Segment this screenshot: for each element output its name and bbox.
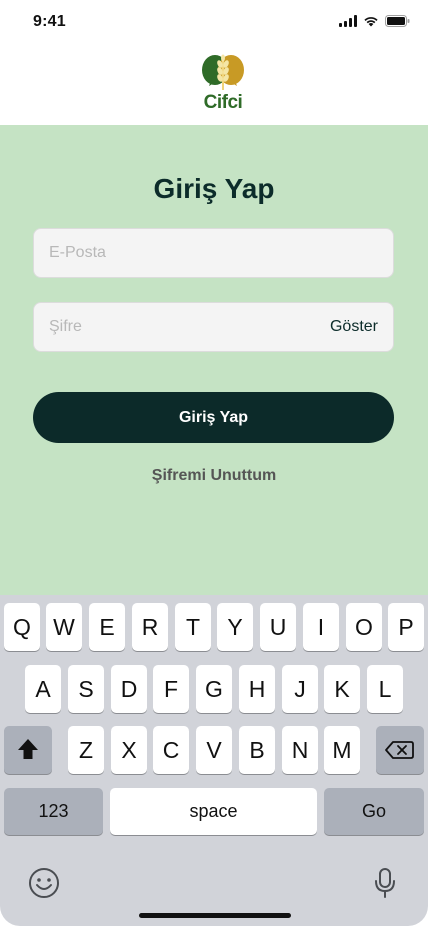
- status-bar: 9:41: [0, 0, 428, 44]
- key-r[interactable]: R: [132, 603, 168, 651]
- wheat-logo-icon: [202, 54, 244, 90]
- keyboard: Q W E R T Y U I O P A S D F G H J K L Z …: [0, 595, 428, 926]
- status-time: 9:41: [33, 13, 66, 30]
- shift-key[interactable]: [4, 726, 52, 774]
- shift-icon: [18, 739, 38, 759]
- password-field-container: Göster: [33, 302, 394, 352]
- key-f[interactable]: F: [153, 665, 189, 713]
- key-j[interactable]: J: [282, 665, 318, 713]
- go-key[interactable]: Go: [324, 788, 424, 835]
- microphone-icon: [375, 868, 395, 898]
- microphone-key[interactable]: [373, 867, 397, 904]
- key-k[interactable]: K: [324, 665, 360, 713]
- battery-icon: [385, 15, 410, 27]
- key-w[interactable]: W: [46, 603, 82, 651]
- key-t[interactable]: T: [175, 603, 211, 651]
- key-u[interactable]: U: [260, 603, 296, 651]
- wifi-icon: [363, 15, 379, 27]
- space-key[interactable]: space: [110, 788, 317, 835]
- show-password-button[interactable]: Göster: [330, 318, 378, 336]
- key-y[interactable]: Y: [217, 603, 253, 651]
- cellular-signal-icon: [339, 15, 357, 27]
- logo-text: Cifci: [203, 92, 243, 113]
- backspace-icon: [385, 741, 414, 759]
- login-form: Giriş Yap Göster Giriş Yap Şifremi Unutt…: [0, 125, 428, 595]
- key-x[interactable]: X: [111, 726, 147, 774]
- key-d[interactable]: D: [111, 665, 147, 713]
- key-e[interactable]: E: [89, 603, 125, 651]
- app-logo: Cifci: [195, 52, 251, 114]
- email-field[interactable]: [49, 229, 319, 277]
- key-g[interactable]: G: [196, 665, 232, 713]
- key-c[interactable]: C: [153, 726, 189, 774]
- emoji-icon: [29, 868, 59, 898]
- emoji-key[interactable]: [28, 867, 60, 904]
- key-i[interactable]: I: [303, 603, 339, 651]
- login-button[interactable]: Giriş Yap: [33, 392, 394, 443]
- password-field[interactable]: [49, 303, 319, 351]
- key-n[interactable]: N: [282, 726, 318, 774]
- key-h[interactable]: H: [239, 665, 275, 713]
- home-indicator: [139, 913, 291, 918]
- key-v[interactable]: V: [196, 726, 232, 774]
- header: Cifci: [0, 44, 428, 125]
- status-icons: [339, 15, 410, 27]
- page-title: Giriş Yap: [153, 173, 275, 204]
- numbers-key[interactable]: 123: [4, 788, 103, 835]
- key-p[interactable]: P: [388, 603, 424, 651]
- backspace-key[interactable]: [376, 726, 424, 774]
- key-z[interactable]: Z: [68, 726, 104, 774]
- key-o[interactable]: O: [346, 603, 382, 651]
- key-a[interactable]: A: [25, 665, 61, 713]
- forgot-password-link[interactable]: Şifremi Unuttum: [0, 467, 428, 485]
- email-field-container: [33, 228, 394, 278]
- key-b[interactable]: B: [239, 726, 275, 774]
- key-m[interactable]: M: [324, 726, 360, 774]
- key-s[interactable]: S: [68, 665, 104, 713]
- key-q[interactable]: Q: [4, 603, 40, 651]
- key-l[interactable]: L: [367, 665, 403, 713]
